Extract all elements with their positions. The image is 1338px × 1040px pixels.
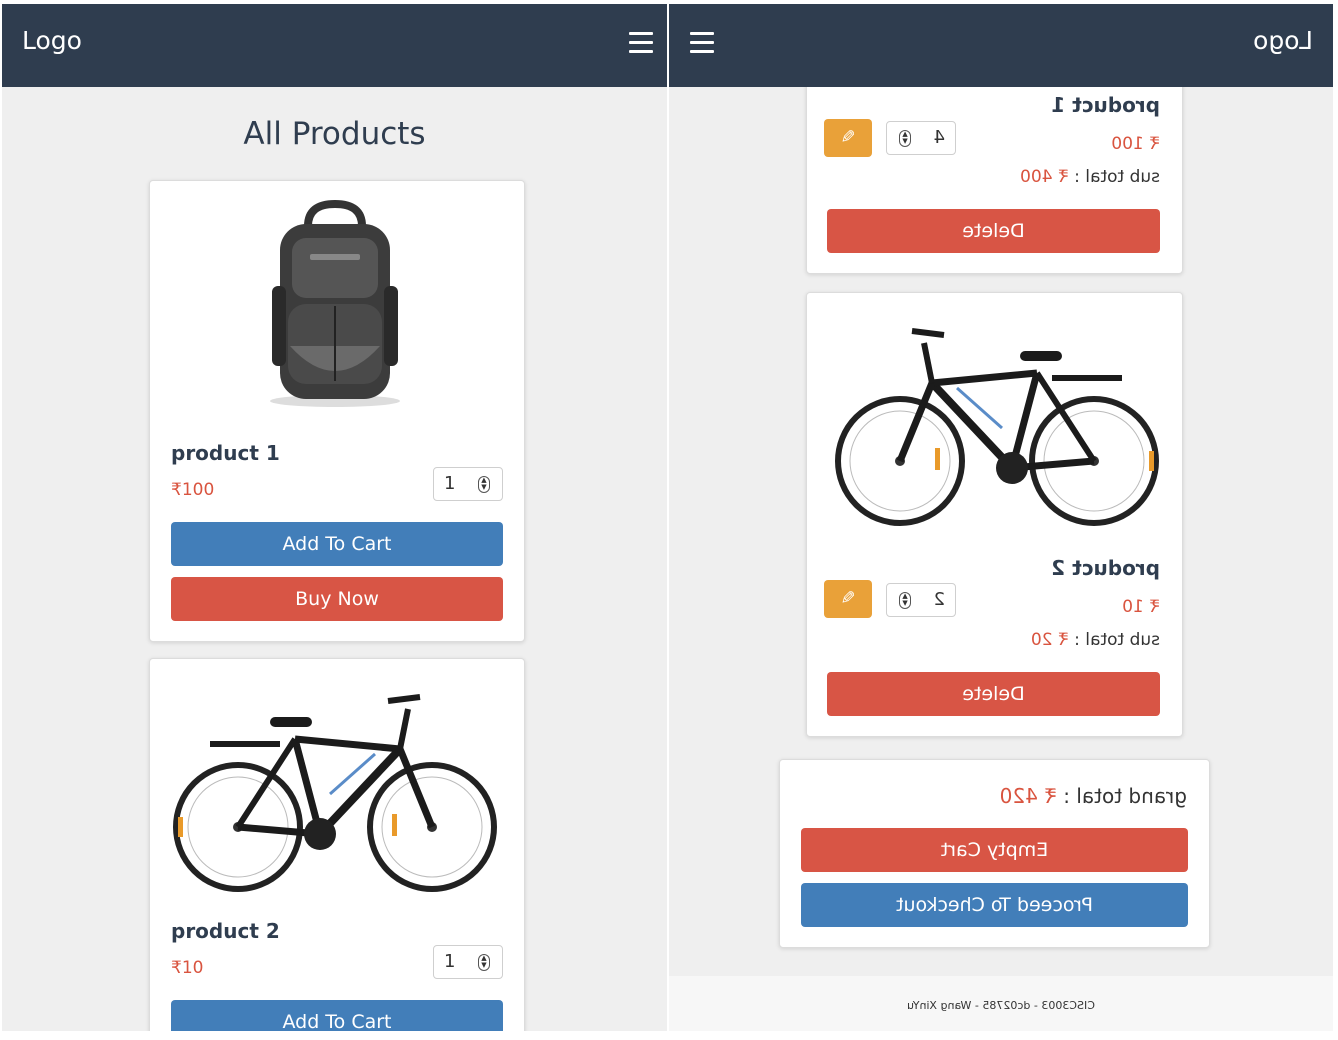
add-to-cart-button[interactable]: Add To Cart — [171, 522, 503, 566]
buy-now-button[interactable]: Buy Now — [171, 577, 503, 621]
product-price: ₹10 — [171, 958, 204, 978]
empty-cart-button[interactable]: Empty Cart — [801, 828, 1188, 872]
subtotal-value: ₹ 400 — [1020, 167, 1069, 187]
navbar: Logo — [669, 4, 1333, 87]
bicycle-image — [170, 679, 505, 899]
spinner-arrows-icon[interactable]: ▲ ▼ — [478, 476, 490, 493]
product-card: product 2 ₹10 1 ▲ ▼ Add To Cart — [149, 658, 525, 1031]
product-name: product 1 — [171, 441, 280, 465]
footer: CISC3003 - dc02785 - Wang XinYu — [669, 976, 1333, 1031]
logo[interactable]: Logo — [22, 26, 82, 55]
backpack-image — [250, 196, 420, 411]
bicycle-image — [827, 313, 1162, 533]
cart-summary: grand total : ₹ 420 Empty Cart Proceed T… — [779, 759, 1210, 948]
quantity-value: 1 — [444, 473, 456, 494]
product-name: product 2 — [171, 919, 280, 943]
cart-item-price: ₹ 100 — [1111, 134, 1160, 154]
cart-item-name: product 2 — [1051, 556, 1160, 580]
hamburger-menu-icon[interactable] — [690, 32, 714, 54]
mirrored-content: product 1 ₹ 100 sub total : ₹ 400 4 ▲ ▼ ✎… — [669, 4, 1333, 1031]
quantity-value: 2 — [933, 589, 945, 610]
quantity-stepper[interactable]: 1 ▲ ▼ — [433, 467, 503, 501]
cart-item-subtotal: sub total : ₹ 20 — [1030, 630, 1160, 650]
product-card: product 1 ₹100 1 ▲ ▼ Add To Cart Buy Now — [149, 180, 525, 642]
delete-button[interactable]: Delete — [827, 209, 1160, 253]
cart-item-price: ₹ 10 — [1122, 597, 1160, 617]
cart-item-name: product 1 — [1051, 93, 1160, 117]
product-price: ₹100 — [171, 480, 215, 500]
edit-icon: ✎ — [840, 127, 856, 148]
cart-item-subtotal: sub total : ₹ 400 — [1020, 167, 1160, 187]
products-page: Logo All Products product 1 ₹100 1 ▲ ▼ A… — [2, 4, 667, 1031]
quantity-value: 4 — [933, 127, 945, 148]
update-quantity-button[interactable]: ✎ — [824, 580, 872, 618]
spinner-arrows-icon[interactable]: ▲ ▼ — [899, 592, 911, 609]
page-title: All Products — [243, 116, 426, 152]
quantity-stepper[interactable]: 2 ▲ ▼ — [886, 583, 956, 617]
edit-icon: ✎ — [840, 588, 856, 609]
grand-total: grand total : ₹ 420 — [999, 784, 1187, 808]
grand-total-value: ₹ 420 — [999, 784, 1057, 808]
quantity-value: 1 — [444, 951, 456, 972]
update-quantity-button[interactable]: ✎ — [824, 119, 872, 157]
spinner-arrows-icon[interactable]: ▲ ▼ — [478, 954, 490, 971]
cart-item-card: product 2 ₹ 10 sub total : ₹ 20 2 ▲ ▼ ✎ D… — [806, 292, 1183, 737]
spinner-arrows-icon[interactable]: ▲ ▼ — [899, 130, 911, 147]
cart-page: product 1 ₹ 100 sub total : ₹ 400 4 ▲ ▼ ✎… — [669, 4, 1333, 1031]
quantity-stepper[interactable]: 4 ▲ ▼ — [886, 121, 956, 155]
proceed-to-checkout-button[interactable]: Proceed To Checkout — [801, 883, 1188, 927]
navbar: Logo — [2, 4, 667, 87]
hamburger-menu-icon[interactable] — [629, 32, 653, 54]
logo[interactable]: Logo — [1253, 26, 1313, 55]
quantity-stepper[interactable]: 1 ▲ ▼ — [433, 945, 503, 979]
subtotal-value: ₹ 20 — [1030, 630, 1069, 650]
add-to-cart-button[interactable]: Add To Cart — [171, 1000, 503, 1031]
delete-button[interactable]: Delete — [827, 672, 1160, 716]
